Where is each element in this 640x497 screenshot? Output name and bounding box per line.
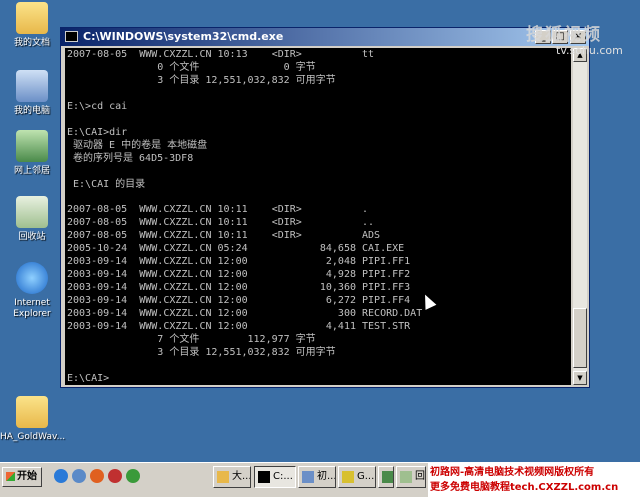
taskbar-button[interactable]: 初...: [298, 466, 336, 488]
scroll-thumb[interactable]: [573, 308, 587, 368]
folder-icon: [16, 396, 48, 428]
network-icon: [16, 130, 48, 162]
watermark-url: tv.sohu.com: [556, 44, 623, 57]
desktop-icon-label: HA_GoldWav...: [0, 432, 66, 442]
banner-line-1: 初路网-高清电脑技术视频网版权所有: [430, 467, 595, 478]
computer-icon: [16, 70, 48, 102]
window-titlebar[interactable]: C:\WINDOWS\system32\cmd.exe _ □ ×: [61, 28, 589, 46]
quicklaunch-ie-icon[interactable]: [54, 469, 68, 483]
window-icon: [217, 471, 229, 483]
taskbar-button[interactable]: G...: [338, 466, 376, 488]
desktop-icon-internet-explorer[interactable]: Internet Explorer: [0, 262, 64, 320]
quicklaunch-desktop-icon[interactable]: [72, 469, 86, 483]
window-icon: [400, 471, 412, 483]
taskbar-button[interactable]: 大...: [213, 466, 251, 488]
recycle-bin-icon: [16, 196, 48, 228]
desktop-icon-network-places[interactable]: 网上邻居: [0, 130, 64, 177]
quicklaunch-app-icon[interactable]: [126, 469, 140, 483]
cmd-window: C:\WINDOWS\system32\cmd.exe _ □ × 2007-0…: [60, 27, 590, 388]
start-button[interactable]: 开始: [2, 467, 42, 487]
banner-line-2: 更多免费电脑教程tech.CXZZL.com.cn: [430, 482, 619, 493]
desktop-icon-recycle-bin[interactable]: 回收站: [0, 196, 64, 243]
windows-logo-icon: [6, 472, 15, 481]
console-output[interactable]: 2007-08-05 WWW.CXZZL.CN 10:13 <DIR> tt 0…: [65, 48, 571, 385]
vertical-scrollbar[interactable]: ▲ ▼: [573, 48, 587, 385]
task-label: 初...: [317, 471, 336, 482]
task-label: C:...: [273, 471, 293, 482]
watermark-logo: 搜狐视频: [526, 25, 602, 45]
desktop-icon-ha-goldwave[interactable]: HA_GoldWav...: [0, 396, 66, 443]
desktop-icon-label: 网上邻居: [13, 166, 50, 176]
folder-icon: [16, 2, 48, 34]
quicklaunch-firefox-icon[interactable]: [90, 469, 104, 483]
taskbar-button[interactable]: [378, 466, 394, 488]
start-label: 开始: [17, 471, 37, 482]
quicklaunch-media-icon[interactable]: [108, 469, 122, 483]
window-icon: [302, 471, 314, 483]
task-label: 大...: [232, 471, 251, 482]
desktop-icon-label: 回收站: [18, 232, 46, 242]
desktop-icon-label: 我的文档: [13, 38, 50, 48]
cmd-icon: [65, 31, 78, 42]
desktop-icon-my-documents[interactable]: 我的文档: [0, 2, 64, 49]
task-label: 回...: [415, 471, 425, 482]
window-title: C:\WINDOWS\system32\cmd.exe: [83, 30, 284, 43]
console-text: 2007-08-05 WWW.CXZZL.CN 10:13 <DIR> tt 0…: [67, 49, 423, 384]
scroll-down-icon[interactable]: ▼: [573, 371, 587, 385]
internet-explorer-icon: [16, 262, 48, 294]
taskbar-button-cmd[interactable]: C:...: [254, 466, 296, 488]
goldwave-icon: [342, 471, 354, 483]
taskbar: 开始 大... C:... 初... G... 回... 初路网-高清电脑技术视…: [0, 462, 640, 497]
desktop-icon-label: Internet Explorer: [13, 298, 51, 319]
window-icon: [382, 471, 393, 483]
desktop-icon-my-computer[interactable]: 我的电脑: [0, 70, 64, 117]
taskbar-button[interactable]: 回...: [396, 466, 426, 488]
cmd-icon: [258, 471, 270, 483]
desktop-icon-label: 我的电脑: [13, 106, 50, 116]
promo-banner: 初路网-高清电脑技术视频网版权所有 更多免费电脑教程tech.CXZZL.com…: [428, 463, 640, 497]
task-label: G...: [357, 471, 375, 482]
